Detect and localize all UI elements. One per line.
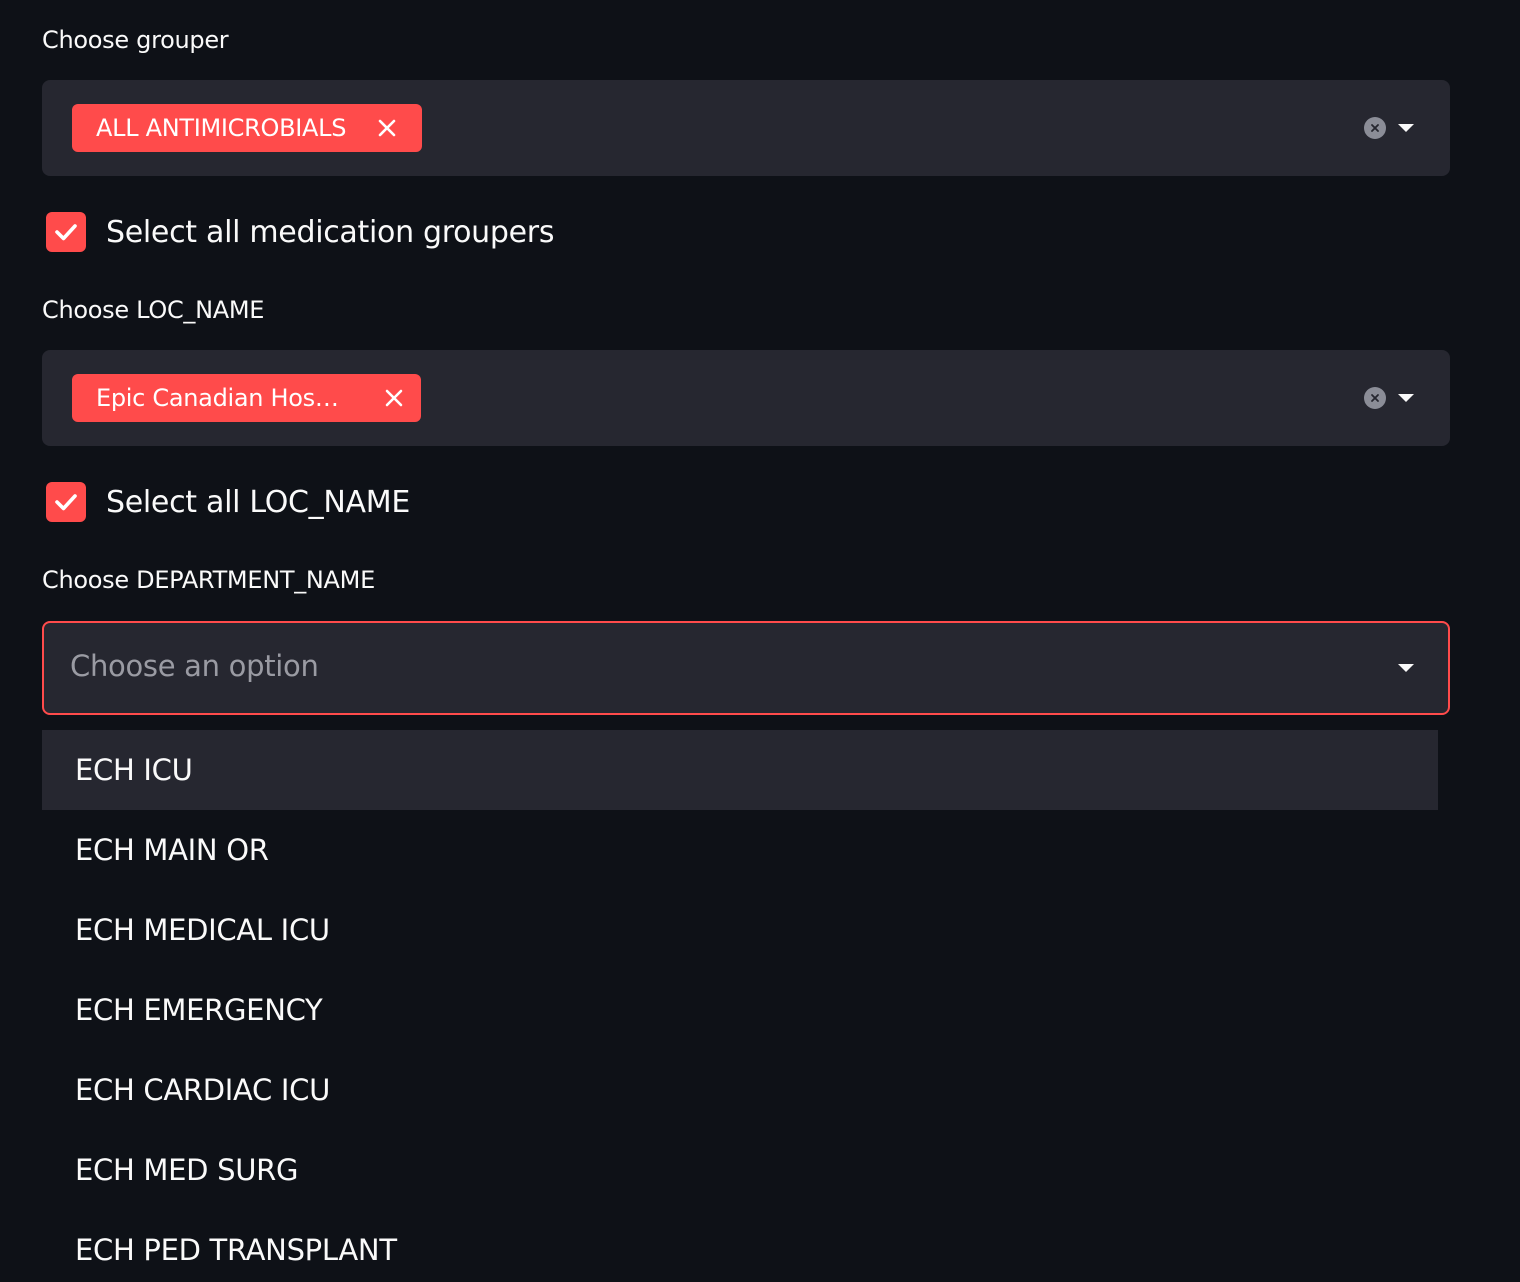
grouper-tag-label: ALL ANTIMICROBIALS [96, 114, 347, 142]
loc-name-label: Choose LOC_NAME [42, 296, 265, 324]
loc-name-tag-label: Epic Canadian Hos… [96, 384, 339, 412]
grouper-selected-tag: ALL ANTIMICROBIALS [72, 104, 423, 152]
clear-circle-icon[interactable] [1364, 387, 1386, 409]
caret-down-icon[interactable] [1398, 664, 1414, 672]
grouper-label: Choose grouper [42, 26, 229, 54]
app-root: Choose grouper ALL ANTIMICROBIALS Select… [0, 0, 1520, 1282]
grouper-multiselect[interactable]: ALL ANTIMICROBIALS [42, 80, 1450, 176]
select-all-groupers-checkbox[interactable]: Select all medication groupers [46, 212, 554, 252]
loc-name-selected-tag: Epic Canadian Hos… [72, 374, 421, 422]
loc-name-multiselect[interactable]: Epic Canadian Hos… [42, 350, 1450, 446]
dropdown-option[interactable]: ECH ICU [42, 730, 1438, 810]
dropdown-option[interactable]: ECH MEDICAL ICU [42, 890, 1438, 970]
department-name-label: Choose DEPARTMENT_NAME [42, 566, 375, 594]
department-name-select[interactable]: Choose an option [42, 621, 1450, 715]
close-icon[interactable] [376, 117, 398, 139]
checkmark-icon[interactable] [46, 212, 86, 252]
dropdown-option[interactable]: ECH PED TRANSPLANT [42, 1210, 1438, 1282]
caret-down-icon[interactable] [1398, 394, 1414, 402]
dropdown-option[interactable]: ECH EMERGENCY [42, 970, 1438, 1050]
close-icon[interactable] [383, 387, 405, 409]
clear-circle-icon[interactable] [1364, 117, 1386, 139]
dropdown-option[interactable]: ECH MED SURG [42, 1130, 1438, 1210]
select-all-groupers-label: Select all medication groupers [106, 214, 555, 250]
dropdown-option[interactable]: ECH CARDIAC ICU [42, 1050, 1438, 1130]
dropdown-option[interactable]: ECH MAIN OR [42, 810, 1438, 890]
select-all-loc-checkbox[interactable]: Select all LOC_NAME [46, 482, 410, 522]
department-name-dropdown-menu: ECH ICU ECH MAIN OR ECH MEDICAL ICU ECH … [42, 730, 1438, 1282]
select-all-loc-label: Select all LOC_NAME [106, 484, 410, 520]
caret-down-icon[interactable] [1398, 124, 1414, 132]
checkmark-icon[interactable] [46, 482, 86, 522]
department-name-placeholder: Choose an option [70, 649, 319, 683]
